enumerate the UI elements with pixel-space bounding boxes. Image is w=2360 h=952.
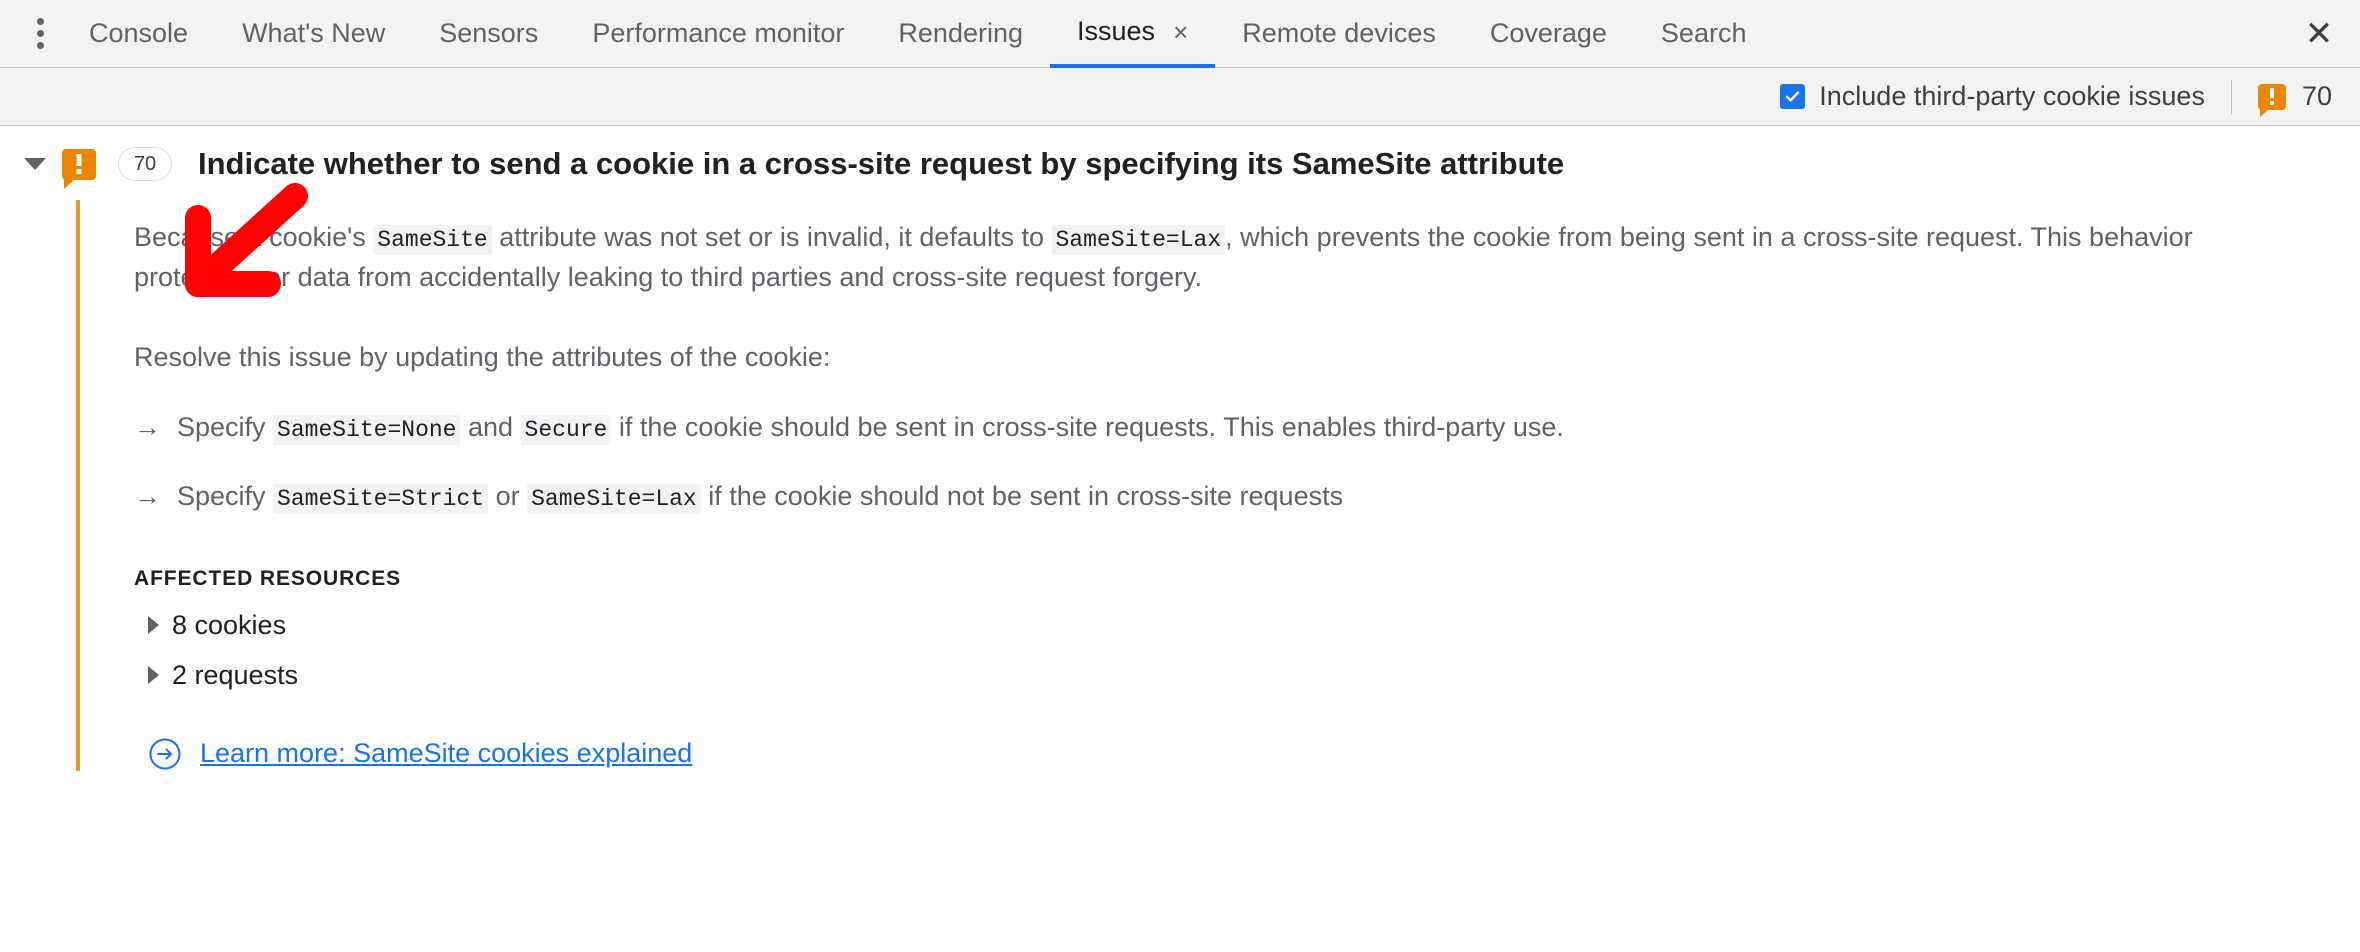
code-samesite-strict: SameSite=Strict <box>273 484 489 515</box>
warning-dot <box>76 168 82 174</box>
bullet-1-part-2: and <box>460 411 521 442</box>
issue-header[interactable]: 70 Indicate whether to send a cookie in … <box>0 126 2360 200</box>
kebab-dot <box>36 18 44 25</box>
tab-label: What's New <box>242 18 386 48</box>
close-icon[interactable]: × <box>1173 19 1188 45</box>
third-party-cookie-checkbox[interactable]: Include third-party cookie issues <box>1780 81 2205 112</box>
tab-performance-monitor[interactable]: Performance monitor <box>565 0 871 68</box>
tab-label: Coverage <box>1489 18 1607 48</box>
tab-rendering[interactable]: Rendering <box>871 0 1050 68</box>
code-samesite-lax: SameSite=Lax <box>1051 225 1226 255</box>
tab-label: Rendering <box>898 18 1024 48</box>
warning-bubble-icon <box>62 148 96 189</box>
arrow-right-icon: → <box>134 481 161 512</box>
code-secure: Secure <box>520 414 612 445</box>
code-samesite-lax: SameSite=Lax <box>527 484 701 515</box>
bullet-2-part-3: if the cookie should not be sent in cros… <box>700 481 1344 512</box>
chevron-down-icon[interactable] <box>22 151 48 177</box>
issue-description-paragraph: Because a cookie's SameSite attribute wa… <box>134 218 2294 298</box>
kebab-dot <box>36 30 44 37</box>
third-party-cookie-label: Include third-party cookie issues <box>1819 81 2205 111</box>
desc-text-2: attribute was not set or is invalid, it … <box>491 222 1052 252</box>
bullet-2-part-1: Specify <box>177 481 274 512</box>
tab-issues[interactable]: Issues × <box>1050 0 1216 68</box>
bullet-2-part-2: or <box>488 481 528 512</box>
tab-label: Sensors <box>439 18 539 48</box>
warning-bang <box>2269 87 2274 98</box>
chevron-right-icon[interactable] <box>148 666 159 685</box>
kebab-dot <box>36 42 44 49</box>
learn-more-link[interactable]: Learn more: SameSite cookies explained <box>200 738 692 769</box>
code-samesite-none: SameSite=None <box>273 414 461 445</box>
warning-bang <box>76 153 82 166</box>
tab-sensors[interactable]: Sensors <box>412 0 565 68</box>
warning-dot <box>2269 100 2274 105</box>
issue-count-badge: 70 <box>118 147 172 181</box>
close-panel-icon[interactable]: ✕ <box>2284 0 2354 68</box>
tab-label: Performance monitor <box>592 18 845 48</box>
tab-search[interactable]: Search <box>1634 0 1774 68</box>
issue-title: Indicate whether to send a cookie in a c… <box>198 146 1565 181</box>
tab-label: Console <box>89 18 189 48</box>
tab-list: Console What's New Sensors Performance m… <box>62 0 2284 68</box>
resource-label: 8 cookies <box>172 609 287 640</box>
affected-resources-label: Affected resources <box>134 566 402 590</box>
circled-arrow-icon <box>149 738 181 770</box>
issue-item: 70 Indicate whether to send a cookie in … <box>0 126 2360 771</box>
affected-resource-requests[interactable]: 2 requests <box>148 660 2360 691</box>
checkbox-checked-icon[interactable] <box>1780 84 1806 109</box>
resolution-bullet-1: → Specify SameSite=None and Secure if th… <box>134 408 2360 447</box>
arrow-right-icon: → <box>134 411 161 442</box>
resource-label: 2 requests <box>172 659 299 690</box>
issues-toolbar: Include third-party cookie issues 70 <box>0 68 2360 126</box>
tab-remote-devices[interactable]: Remote devices <box>1215 0 1463 68</box>
chevron-right-icon[interactable] <box>148 616 159 635</box>
resolution-bullet-2: → Specify SameSite=Strict or SameSite=La… <box>134 477 2360 516</box>
kebab-menu-icon[interactable] <box>18 12 62 56</box>
tab-console[interactable]: Console <box>62 0 215 68</box>
code-samesite: SameSite <box>373 225 492 255</box>
warning-bubble-icon <box>2257 83 2286 117</box>
bullet-2-text: Specify SameSite=Strict or SameSite=Lax … <box>177 477 1343 516</box>
tab-label: Issues <box>1077 16 1156 46</box>
tab-whats-new[interactable]: What's New <box>215 0 412 68</box>
tab-label: Remote devices <box>1242 18 1436 48</box>
issue-detail: Because a cookie's SameSite attribute wa… <box>76 200 2360 771</box>
devtools-tabstrip: Console What's New Sensors Performance m… <box>0 0 2360 68</box>
learn-more-row[interactable]: Learn more: SameSite cookies explained <box>148 737 2360 771</box>
affected-resource-cookies[interactable]: 8 cookies <box>148 610 2360 641</box>
tab-label: Search <box>1660 18 1747 48</box>
issue-resolve-paragraph: Resolve this issue by updating the attri… <box>134 341 831 372</box>
tab-coverage[interactable]: Coverage <box>1463 0 1634 68</box>
toolbar-divider <box>2230 79 2232 114</box>
bullet-1-part-3: if the cookie should be sent in cross-si… <box>611 411 1564 442</box>
issue-count-group: 70 <box>2257 81 2332 117</box>
bullet-1-text: Specify SameSite=None and Secure if the … <box>177 408 1564 447</box>
bullet-1-part-1: Specify <box>177 411 274 442</box>
desc-text-1: Because a cookie's <box>134 222 374 252</box>
issue-count-value: 70 <box>2301 81 2332 111</box>
